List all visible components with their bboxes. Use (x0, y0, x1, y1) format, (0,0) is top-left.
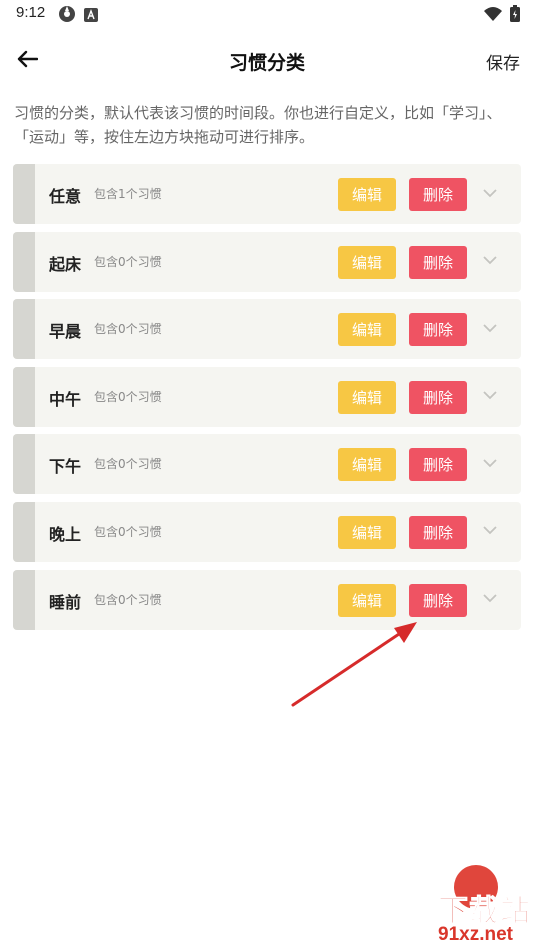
category-habit-count: 包含1个习惯 (94, 187, 162, 201)
app-notification-icon (84, 7, 98, 26)
watermark-logo: 下载站 91xz.net (360, 862, 534, 950)
chevron-down-icon[interactable] (479, 182, 501, 204)
delete-button[interactable]: 删除 (409, 245, 467, 279)
delete-button[interactable]: 删除 (409, 380, 467, 414)
chevron-down-icon[interactable] (479, 588, 501, 610)
category-name: 起床 (49, 254, 82, 274)
edit-button[interactable]: 编辑 (338, 313, 396, 347)
category-habit-count: 包含0个习惯 (94, 322, 162, 337)
page-title: 习惯分类 (228, 52, 305, 74)
category-row: 中午 包含0个习惯 编辑 删除 (13, 366, 521, 427)
page-description: 习惯的分类，默认代表该习惯的时间段。你也进行自定义，比如「学习」、「运动」等，按… (14, 104, 502, 146)
category-row: 起床 包含0个习惯 编辑 删除 (13, 231, 521, 292)
edit-button[interactable]: 编辑 (338, 380, 396, 414)
edit-button[interactable]: 编辑 (338, 448, 396, 482)
chevron-down-icon[interactable] (479, 385, 501, 407)
category-habit-count: 包含0个习惯 (94, 457, 162, 472)
chevron-down-icon[interactable] (479, 317, 501, 339)
category-habit-count: 包含0个习惯 (94, 524, 162, 539)
edit-button[interactable]: 编辑 (338, 178, 396, 211)
delete-button[interactable]: 删除 (409, 448, 467, 482)
delete-button[interactable]: 删除 (409, 515, 467, 549)
category-row: 晚上 包含0个习惯 编辑 删除 (13, 501, 521, 562)
edit-button[interactable]: 编辑 (338, 245, 396, 279)
battery-icon (510, 5, 520, 26)
chevron-down-icon[interactable] (479, 452, 501, 474)
wifi-icon (484, 6, 502, 26)
category-name: 任意 (49, 187, 82, 206)
category-name: 下午 (49, 457, 82, 477)
delete-button[interactable]: 删除 (409, 583, 467, 617)
category-habit-count: 包含0个习惯 (94, 389, 162, 404)
settings-sync-icon (58, 5, 76, 27)
drag-handle[interactable] (13, 434, 35, 495)
category-row: 早晨 包含0个习惯 编辑 删除 (13, 299, 521, 360)
category-habit-count: 包含0个习惯 (94, 254, 162, 269)
drag-handle[interactable] (13, 299, 35, 360)
chevron-down-icon[interactable] (479, 250, 501, 272)
category-row: 睡前 包含0个习惯 编辑 删除 (13, 569, 521, 630)
drag-handle[interactable] (13, 164, 35, 224)
status-left-icons (58, 5, 98, 27)
category-name: 中午 (49, 389, 82, 409)
status-right-icons (484, 5, 520, 26)
drag-handle[interactable] (13, 569, 35, 630)
drag-handle[interactable] (13, 501, 35, 562)
watermark-text-bottom: 91xz.net (438, 924, 513, 945)
chevron-down-icon[interactable] (479, 520, 501, 542)
status-bar: 9:12 (0, 0, 534, 30)
status-time: 9:12 (16, 4, 46, 21)
save-button[interactable]: 保存 (486, 49, 520, 74)
drag-handle[interactable] (13, 231, 35, 292)
category-name: 睡前 (49, 592, 82, 612)
category-row: 任意 包含1个习惯 编辑 删除 (13, 164, 521, 224)
category-row: 下午 包含0个习惯 编辑 删除 (13, 434, 521, 495)
app-header: 习惯分类 保存 (0, 38, 534, 84)
category-habit-count: 包含0个习惯 (94, 592, 162, 607)
delete-button[interactable]: 删除 (409, 178, 467, 211)
edit-button[interactable]: 编辑 (338, 583, 396, 617)
category-list: 任意 包含1个习惯 编辑 删除 起床 包含0个习惯 编辑 删除 早晨 包含0个习… (13, 164, 521, 637)
category-name: 晚上 (49, 524, 82, 544)
delete-button[interactable]: 删除 (409, 313, 467, 347)
edit-button[interactable]: 编辑 (338, 515, 396, 549)
category-name: 早晨 (49, 322, 82, 342)
drag-handle[interactable] (13, 366, 35, 427)
